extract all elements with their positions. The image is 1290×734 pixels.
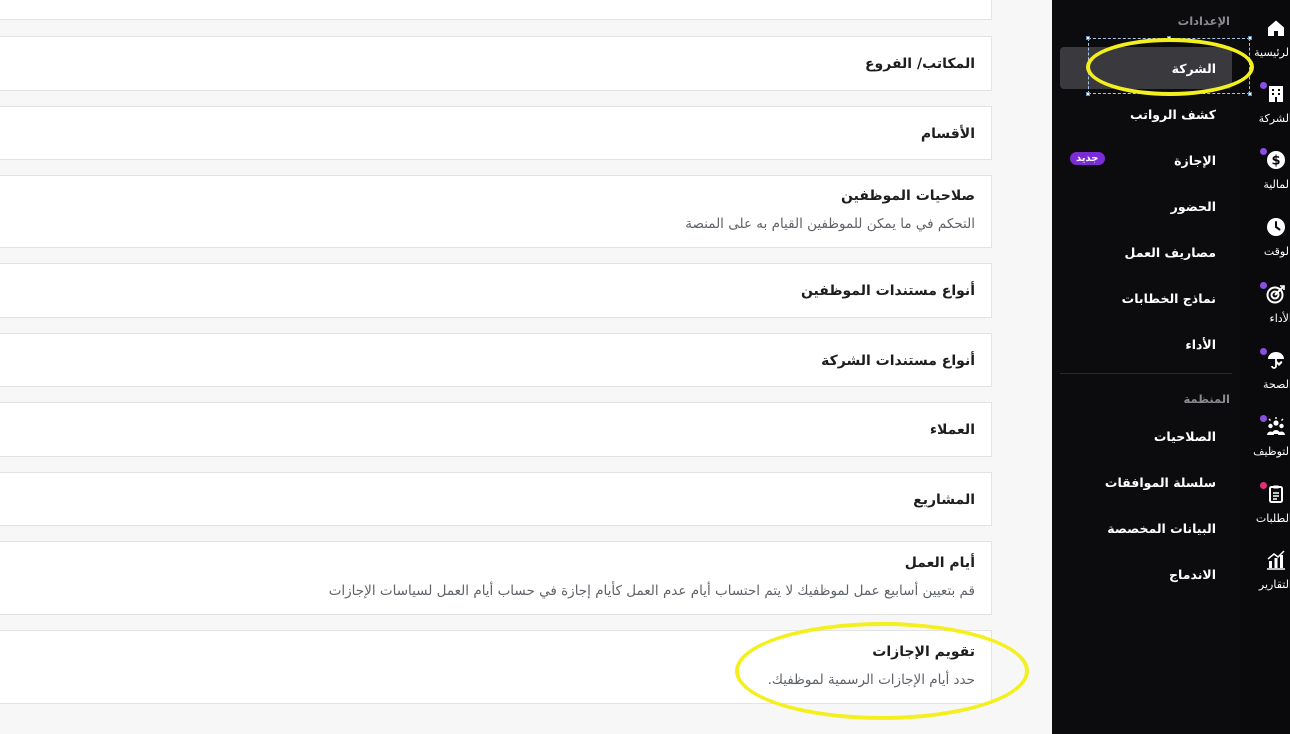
sidebar-item-custom-data[interactable]: البيانات المخصصة bbox=[1060, 507, 1232, 549]
selection-handle bbox=[1086, 36, 1090, 40]
rail-label: التوظيف bbox=[1253, 445, 1290, 458]
icon-rail: الرئيسية الشركة $ المالية الوقت الأداء ا… bbox=[1240, 0, 1290, 734]
section-title-settings: الإعدادات bbox=[1177, 14, 1230, 28]
settings-content: المكاتب/ الفروع الأقسام صلاحيات الموظفين… bbox=[0, 0, 1052, 734]
sidebar-item-permissions[interactable]: الصلاحيات bbox=[1060, 415, 1232, 457]
svg-text:$: $ bbox=[1271, 154, 1280, 169]
sidebar-divider bbox=[1060, 373, 1232, 374]
card-description: قم بتعيين أسابيع عمل لموظفيك لا يتم احتس… bbox=[328, 583, 975, 599]
card-holiday-calendar[interactable]: تقويم الإجازات حدد أيام الإجازات الرسمية… bbox=[0, 630, 992, 704]
rail-item-requests[interactable]: الطلبات bbox=[1240, 482, 1290, 550]
sidebar-item-payroll[interactable]: كشف الرواتب bbox=[1060, 93, 1232, 135]
rail-label: التقارير bbox=[1258, 578, 1290, 591]
sidebar-item-label: الاندماج bbox=[1169, 566, 1216, 582]
sidebar-item-integrations[interactable]: الاندماج bbox=[1060, 553, 1232, 595]
rail-item-recruitment[interactable]: التوظيف bbox=[1240, 415, 1290, 483]
sidebar-item-label: كشف الرواتب bbox=[1130, 106, 1216, 122]
card-working-days[interactable]: أيام العمل قم بتعيين أسابيع عمل لموظفيك … bbox=[0, 541, 992, 615]
dollar-icon: $ bbox=[1267, 151, 1285, 169]
card-title: العملاء bbox=[929, 422, 975, 438]
card-title: أنواع مستندات الشركة bbox=[821, 353, 975, 369]
rail-label: المالية bbox=[1263, 178, 1290, 191]
sidebar-item-label: الإجازة bbox=[1174, 152, 1216, 168]
selection-handle bbox=[1248, 92, 1252, 96]
card-departments[interactable]: الأقسام bbox=[0, 106, 992, 160]
card-projects[interactable]: المشاريع bbox=[0, 472, 992, 526]
settings-sidebar: الإعدادات الشركة كشف الرواتب الإجازة جدي… bbox=[1052, 0, 1240, 734]
sidebar-item-label: الأداء bbox=[1185, 336, 1216, 352]
selection-handle bbox=[1167, 92, 1171, 96]
card-offices-branches[interactable]: المكاتب/ الفروع bbox=[0, 36, 992, 91]
card-description: التحكم في ما يمكن للموظفين القيام به على… bbox=[685, 216, 975, 232]
sidebar-item-leave[interactable]: الإجازة جديد bbox=[1060, 139, 1232, 181]
building-icon bbox=[1269, 86, 1283, 102]
card-title: المشاريع bbox=[913, 492, 975, 508]
rail-label: الطلبات bbox=[1255, 512, 1290, 525]
team-icon bbox=[1267, 417, 1285, 435]
sidebar-item-performance[interactable]: الأداء bbox=[1060, 323, 1232, 365]
sidebar-item-label: الحضور bbox=[1170, 198, 1216, 214]
sidebar-item-expenses[interactable]: مصاريف العمل bbox=[1060, 231, 1232, 273]
rail-item-performance[interactable]: الأداء bbox=[1240, 282, 1290, 350]
rail-item-reports[interactable]: التقارير bbox=[1240, 550, 1290, 616]
selection-handle bbox=[1086, 92, 1090, 96]
card-description: حدد أيام الإجازات الرسمية لموظفيك. bbox=[767, 672, 975, 688]
sidebar-item-approval-chain[interactable]: سلسلة الموافقات bbox=[1060, 461, 1232, 503]
health-umbrella-icon bbox=[1268, 352, 1284, 369]
rail-item-time[interactable]: الوقت bbox=[1240, 217, 1290, 283]
rail-label: الوقت bbox=[1263, 245, 1290, 258]
sidebar-item-label: الصلاحيات bbox=[1153, 428, 1216, 444]
card-title: أنواع مستندات الموظفين bbox=[800, 283, 975, 299]
sidebar-item-label: نماذج الخطابات bbox=[1121, 290, 1216, 306]
rail-item-finance[interactable]: $ المالية bbox=[1240, 148, 1290, 216]
clock-icon bbox=[1267, 218, 1285, 236]
card-title: الأقسام bbox=[920, 126, 975, 142]
section-title-organization: المنظمة bbox=[1183, 392, 1230, 406]
card-employee-permissions[interactable]: صلاحيات الموظفين التحكم في ما يمكن للموظ… bbox=[0, 175, 992, 248]
sidebar-item-label: مصاريف العمل bbox=[1124, 244, 1216, 260]
sidebar-item-label: البيانات المخصصة bbox=[1107, 520, 1216, 536]
new-badge: جديد bbox=[1070, 152, 1105, 165]
home-icon bbox=[1268, 20, 1284, 36]
chart-icon bbox=[1267, 550, 1285, 570]
rail-label: الشركة bbox=[1258, 112, 1290, 125]
card-clients[interactable]: العملاء bbox=[0, 402, 992, 457]
selection-handle bbox=[1167, 36, 1171, 40]
selection-handle bbox=[1248, 36, 1252, 40]
card-company-document-types[interactable]: أنواع مستندات الشركة bbox=[0, 333, 992, 387]
card-employee-document-types[interactable]: أنواع مستندات الموظفين bbox=[0, 263, 992, 318]
sidebar-item-letter-templates[interactable]: نماذج الخطابات bbox=[1060, 277, 1232, 319]
card-partial-top[interactable] bbox=[0, 0, 992, 20]
rail-item-health[interactable]: الصحة bbox=[1240, 348, 1290, 416]
card-title: تقويم الإجازات bbox=[872, 644, 975, 660]
card-title: المكاتب/ الفروع bbox=[864, 56, 975, 72]
rail-label: الأداء bbox=[1269, 312, 1290, 325]
sidebar-item-label: سلسلة الموافقات bbox=[1104, 474, 1216, 490]
card-title: أيام العمل bbox=[904, 555, 975, 571]
selection-box bbox=[1086, 36, 1252, 96]
card-title: صلاحيات الموظفين bbox=[841, 188, 975, 204]
sidebar-item-attendance[interactable]: الحضور bbox=[1060, 185, 1232, 227]
rail-label: الصحة bbox=[1263, 378, 1290, 391]
target-icon bbox=[1266, 285, 1285, 304]
clipboard-icon bbox=[1269, 485, 1283, 503]
